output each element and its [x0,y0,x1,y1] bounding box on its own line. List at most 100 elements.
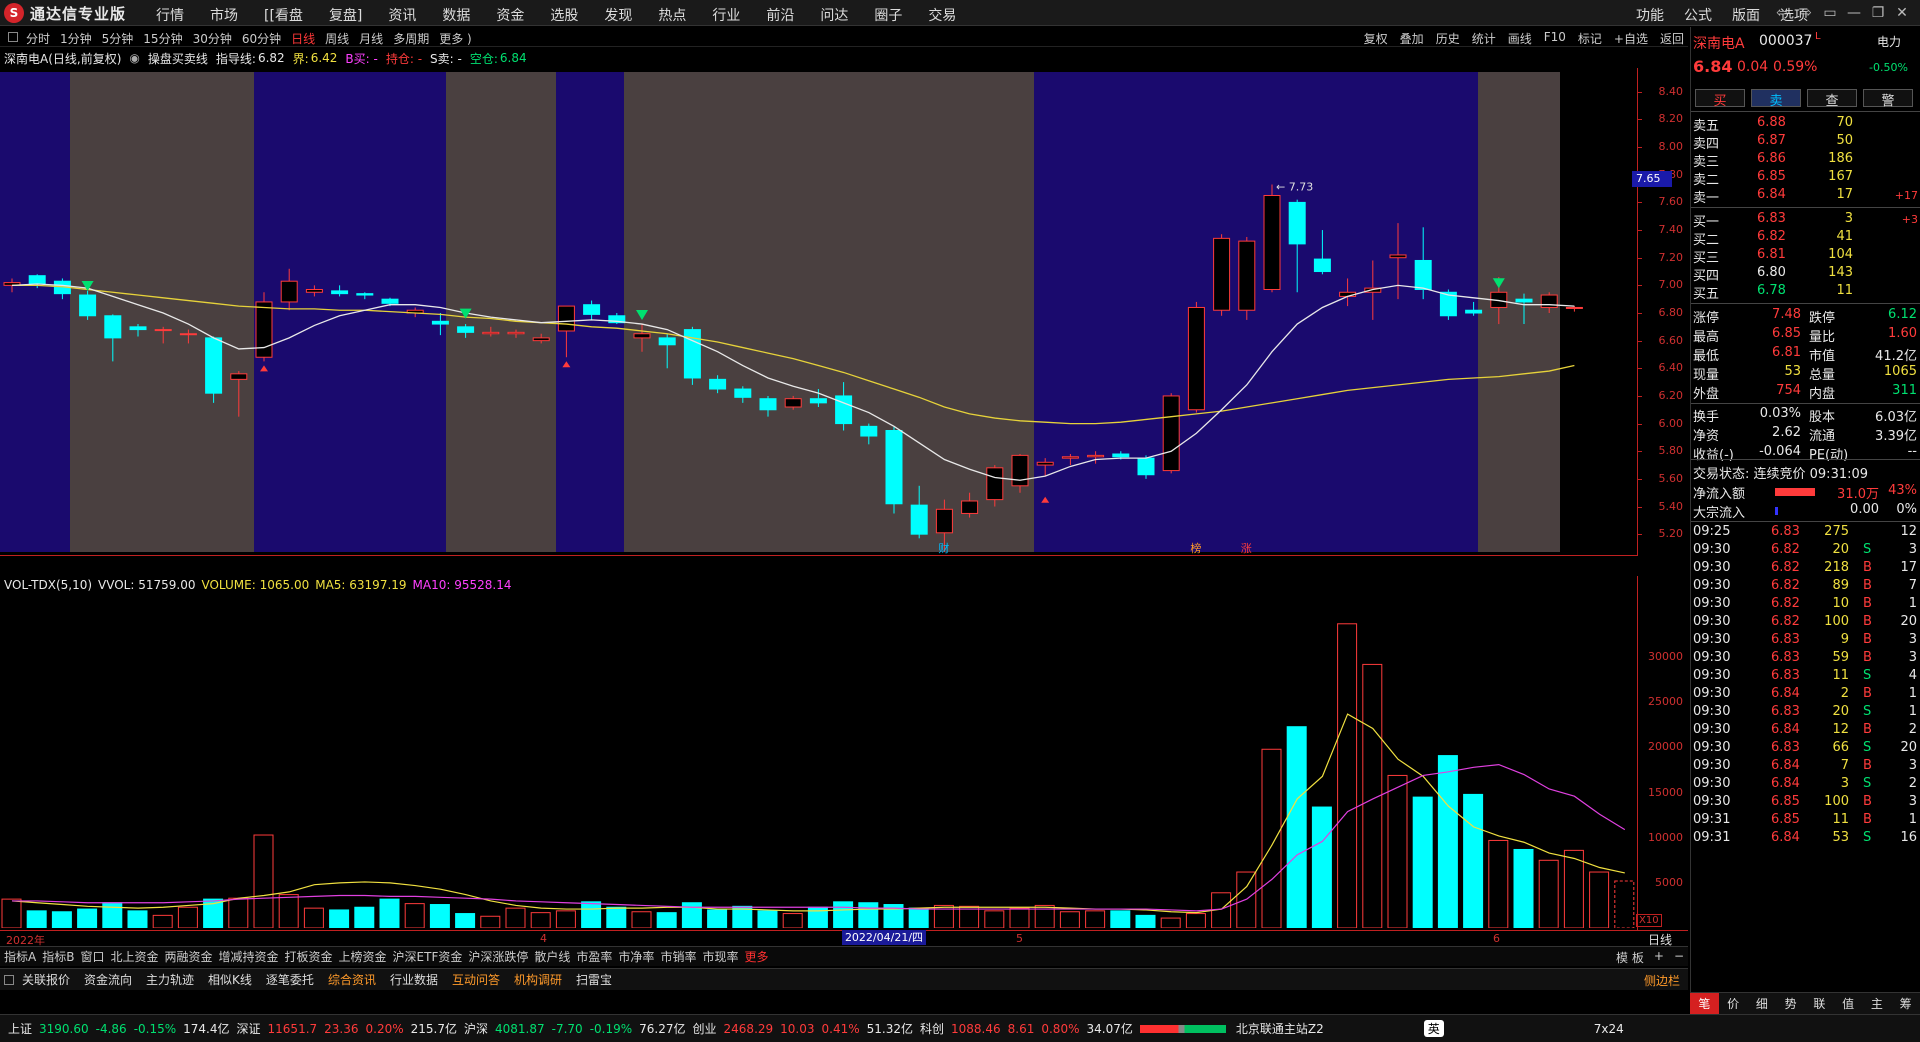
volume-bar-6[interactable] [152,914,173,928]
menu-item-2[interactable]: [[看盘 [264,5,303,25]
right-menu-item-1[interactable]: 公式 [1684,5,1712,25]
candle-body-26[interactable] [658,337,676,346]
volume-bar-39[interactable] [984,910,1005,928]
volume-bar-17[interactable] [429,904,450,928]
bid-5-price[interactable]: 6.78 [1757,283,1786,298]
candle-body-28[interactable] [709,378,727,390]
chart-tool-0[interactable]: 复权 [1364,30,1388,47]
restore-icon[interactable]: ▭ [1818,3,1842,23]
menu-item-5[interactable]: 数据 [442,5,470,25]
candle-body-56[interactable] [1414,259,1432,290]
bid-1-price[interactable]: 6.83 [1757,211,1786,226]
indicator-tab-12[interactable]: 市净率 [618,948,654,965]
indicator-tab-8[interactable]: 沪深ETF资金 [393,948,463,965]
candle-body-30[interactable] [759,398,777,411]
period-tab-0[interactable]: 分时 [26,30,50,47]
period-tab-4[interactable]: 30分钟 [193,30,232,47]
candle-body-46[interactable] [1162,395,1180,472]
bid-4-price[interactable]: 6.80 [1757,265,1786,280]
quote-tab-0[interactable]: 笔 [1690,993,1719,1014]
candle-body-58[interactable] [1465,309,1483,314]
vol-indicator-name[interactable]: VOL-TDX(5,10) [4,578,92,592]
volume-bar-13[interactable] [329,909,350,928]
candle-body-12[interactable] [305,289,323,293]
alert-button[interactable]: 警 [1863,89,1913,109]
index-4-label[interactable]: 科创 [920,1020,944,1037]
volume-bar-12[interactable] [303,907,324,928]
candlestick-chart[interactable]: ← 7.73←5.07财榜涨 [0,68,1637,556]
settings-icon[interactable]: ◉ [129,51,139,65]
volume-bar-28[interactable] [707,909,728,928]
back-icon[interactable]: ⇦ [1770,3,1794,23]
candle-body-45[interactable] [1137,457,1155,476]
chart-tool-7[interactable]: +自选 [1614,30,1648,47]
candle-body-17[interactable] [431,320,449,325]
chart-tool-6[interactable]: 标记 [1578,30,1602,47]
candle-body-40[interactable] [1011,454,1029,487]
candle-body-60[interactable] [1515,298,1533,303]
indicator-tab-7[interactable]: 上榜资金 [339,948,387,965]
indicator-tab-9[interactable]: 沪深涨跌停 [468,948,528,965]
candle-body-18[interactable] [457,326,475,333]
index-1-label[interactable]: 深证 [237,1020,261,1037]
index-0-label[interactable]: 上证 [8,1020,32,1037]
volume-bar-22[interactable] [555,910,576,928]
candle-body-1[interactable] [28,275,46,285]
volume-bar-7[interactable] [177,906,198,928]
forward-icon[interactable]: ⇨ [1794,3,1818,23]
volume-bar-42[interactable] [1059,911,1080,928]
candle-body-35[interactable] [885,430,903,505]
volume-bar-49[interactable] [1236,871,1257,928]
candle-body-21[interactable] [532,337,550,342]
volume-bar-15[interactable] [379,898,400,928]
quote-tab-4[interactable]: 联 [1805,993,1834,1014]
candle-body-19[interactable] [482,331,500,335]
indicator-tab-3[interactable]: 北上资金 [110,948,158,965]
candle-body-37[interactable] [935,508,953,534]
indicator-control-2[interactable]: − [1674,949,1684,966]
candle-body-55[interactable] [1389,254,1407,259]
function-button-8[interactable]: 机构调研 [514,971,562,988]
menu-icon[interactable] [4,974,14,985]
volume-bar-30[interactable] [757,910,778,928]
menu-item-7[interactable]: 选股 [550,5,578,25]
chart-tool-2[interactable]: 历史 [1436,30,1460,47]
menu-item-6[interactable]: 资金 [496,5,524,25]
ask-4-price[interactable]: 6.87 [1757,133,1786,148]
close-icon[interactable]: ✕ [1890,3,1914,23]
quote-tab-2[interactable]: 细 [1748,993,1777,1014]
menu-item-14[interactable]: 交易 [928,5,956,25]
indicator-tab-5[interactable]: 增减持资金 [219,948,279,965]
candle-body-20[interactable] [507,331,525,335]
volume-bar-46[interactable] [1160,917,1181,928]
indicator-control-1[interactable]: + [1654,949,1664,966]
maximize-icon[interactable]: ❐ [1866,3,1890,23]
function-button-5[interactable]: 综合资讯 [328,971,376,988]
volume-bar-63[interactable] [1589,871,1610,928]
volume-bar-33[interactable] [833,901,854,928]
volume-bar-45[interactable] [1135,914,1156,928]
indicator-tab-0[interactable]: 指标A [4,948,36,965]
function-button-9[interactable]: 扫雷宝 [576,971,612,988]
volume-bar-24[interactable] [606,906,627,928]
period-tab-1[interactable]: 1分钟 [60,30,92,47]
menu-item-3[interactable]: 复盘] [329,5,362,25]
right-menu-item-2[interactable]: 版面 [1732,5,1760,25]
indicator-tab-13[interactable]: 市销率 [660,948,696,965]
volume-bar-60[interactable] [1513,848,1534,928]
clock-label[interactable]: 7x24 [1594,1022,1624,1036]
menu-item-4[interactable]: 资讯 [388,5,416,25]
candle-body-13[interactable] [331,290,349,295]
candle-body-9[interactable] [230,373,248,380]
chart-tool-8[interactable]: 返回 [1660,30,1684,47]
bid-2-price[interactable]: 6.82 [1757,229,1786,244]
volume-bar-50[interactable] [1261,748,1282,928]
indicator-tab-11[interactable]: 市盈率 [576,948,612,965]
candle-body-8[interactable] [205,337,223,394]
period-tab-3[interactable]: 15分钟 [143,30,182,47]
volume-bar-3[interactable] [77,908,98,928]
indicator-tab-15[interactable]: 更多 [744,948,768,965]
grid-icon[interactable] [8,32,18,42]
volume-bar-53[interactable] [1337,623,1358,928]
query-button[interactable]: 查 [1807,89,1857,109]
